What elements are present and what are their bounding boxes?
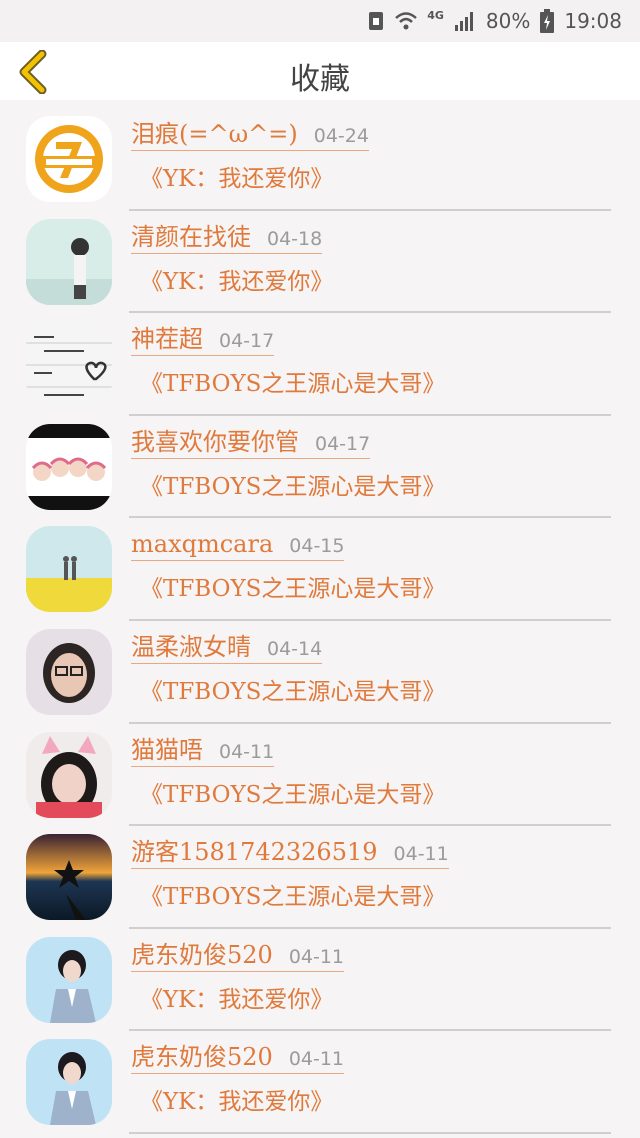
username[interactable]: 游客1581742326519 04-11	[131, 838, 449, 870]
page-title: 收藏	[290, 62, 350, 97]
story-title-link[interactable]: 《YK：我还爱你》	[140, 267, 333, 297]
avatar[interactable]	[26, 834, 112, 921]
username[interactable]: 温柔淑女晴 04-14	[131, 632, 323, 664]
story-title-link[interactable]: 《YK：我还爱你》	[140, 164, 333, 194]
list-item[interactable]: 猫猫唔 04-11 《TFBOYS之王源心是大哥》	[0, 724, 640, 827]
avatar[interactable]	[26, 423, 112, 510]
username-text: 虎东奶俊520	[131, 1043, 273, 1072]
nav-bar: 收藏	[0, 42, 640, 100]
favorites-list: 泪痕(=^ω^=) 04-24 《YK：我还爱你》 清颜在找徒 04-18 《YK：…	[0, 108, 640, 1134]
network-type: 4G	[427, 8, 444, 22]
status-bar: 4G 80% 19:08	[0, 0, 640, 42]
list-item[interactable]: 清颜在找徒 04-18 《YK：我还爱你》	[0, 211, 640, 314]
username-text: 虎东奶俊520	[131, 940, 273, 969]
username[interactable]: 泪痕(=^ω^=) 04-24	[131, 120, 369, 151]
username-text: 我喜欢你要你管	[131, 427, 299, 456]
date: 04-17	[315, 432, 371, 455]
list-item[interactable]: 虎东奶俊520 04-11 《YK：我还爱你》	[0, 1031, 640, 1134]
divider	[129, 1131, 611, 1134]
username-text: 猫猫唔	[131, 735, 203, 764]
date: 04-11	[393, 843, 449, 866]
avatar[interactable]	[26, 936, 112, 1023]
avatar[interactable]	[26, 731, 112, 818]
username[interactable]: 虎东奶俊520 04-11	[131, 1043, 345, 1075]
date: 04-18	[267, 227, 323, 250]
story-title-link[interactable]: 《TFBOYS之王源心是大哥》	[140, 472, 445, 502]
avatar[interactable]	[26, 116, 112, 202]
date: 04-17	[219, 330, 275, 353]
username[interactable]: 猫猫唔 04-11	[131, 735, 275, 767]
username[interactable]: 清颜在找徒 04-18	[131, 222, 323, 254]
list-item[interactable]: 虎东奶俊520 04-11 《YK：我还爱你》	[0, 929, 640, 1032]
signal-icon	[454, 11, 476, 31]
username-text: 神茬超	[131, 325, 203, 354]
username-text: maxqmcara	[131, 530, 274, 559]
story-title-link[interactable]: 《TFBOYS之王源心是大哥》	[140, 780, 445, 810]
date: 04-24	[313, 125, 369, 147]
story-title-link[interactable]: 《TFBOYS之王源心是大哥》	[140, 369, 445, 399]
list-item[interactable]: 泪痕(=^ω^=) 04-24 《YK：我还爱你》	[0, 108, 640, 211]
username[interactable]: maxqmcara 04-15	[131, 530, 345, 562]
avatar[interactable]	[26, 218, 112, 305]
story-title-link[interactable]: 《TFBOYS之王源心是大哥》	[140, 574, 445, 604]
avatar[interactable]	[26, 321, 112, 408]
clock-time: 19:08	[564, 9, 622, 33]
username-text: 泪痕(=^ω^=)	[131, 120, 298, 148]
date: 04-11	[288, 945, 345, 968]
avatar[interactable]	[26, 628, 112, 715]
list-item[interactable]: 我喜欢你要你管 04-17 《TFBOYS之王源心是大哥》	[0, 416, 640, 519]
date: 04-15	[289, 535, 345, 558]
wifi-icon	[395, 11, 418, 31]
username[interactable]: 虎东奶俊520 04-11	[131, 940, 345, 972]
battery-percent: 80%	[485, 9, 531, 33]
list-item[interactable]: 游客1581742326519 04-11 《TFBOYS之王源心是大哥》	[0, 826, 640, 929]
username-text: 游客1581742326519	[131, 838, 378, 867]
list-item[interactable]: 神茬超 04-17 《TFBOYS之王源心是大哥》	[0, 313, 640, 416]
battery-charging-icon	[540, 9, 555, 33]
username-text: 清颜在找徒	[131, 222, 251, 251]
avatar[interactable]	[26, 1039, 112, 1126]
date: 04-14	[267, 637, 323, 660]
list-item[interactable]: maxqmcara 04-15 《TFBOYS之王源心是大哥》	[0, 518, 640, 621]
date: 04-11	[288, 1048, 345, 1071]
story-title-link[interactable]: 《TFBOYS之王源心是大哥》	[140, 882, 445, 912]
date: 04-11	[219, 740, 275, 763]
avatar[interactable]	[26, 526, 112, 613]
story-title-link[interactable]: 《YK：我还爱你》	[140, 1087, 333, 1117]
username-text: 温柔淑女晴	[131, 632, 251, 661]
story-title-link[interactable]: 《YK：我还爱你》	[140, 985, 333, 1015]
story-title-link[interactable]: 《TFBOYS之王源心是大哥》	[140, 677, 445, 707]
username[interactable]: 神茬超 04-17	[131, 325, 275, 357]
username[interactable]: 我喜欢你要你管 04-17	[131, 427, 371, 459]
sim-card-icon	[367, 10, 385, 32]
list-item[interactable]: 温柔淑女晴 04-14 《TFBOYS之王源心是大哥》	[0, 621, 640, 724]
